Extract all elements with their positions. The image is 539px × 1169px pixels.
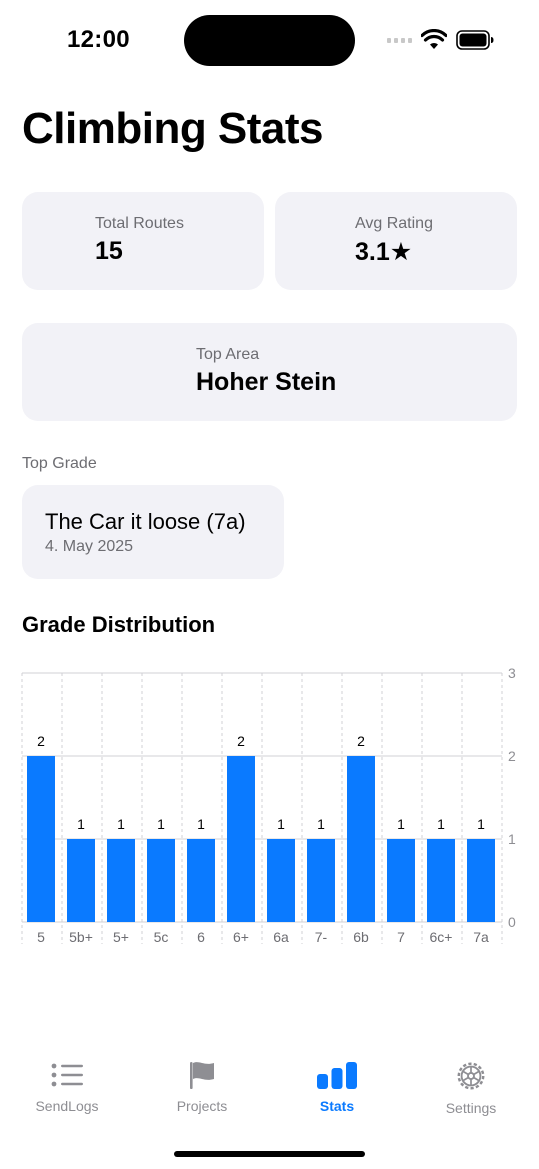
tab-projects-label: Projects [176, 1098, 228, 1114]
bar [307, 839, 335, 922]
bar [187, 839, 215, 922]
top-grade-card: The Car it loose (7a) 4. May 2025 [22, 485, 284, 579]
total-routes-value: 15 [95, 237, 123, 265]
data-label: 1 [397, 816, 405, 832]
y-tick-label: 1 [508, 831, 516, 847]
bar [107, 839, 135, 922]
tab-projects[interactable]: Projects [152, 1060, 252, 1114]
top-area-card: Top Area Hoher Stein [22, 323, 517, 421]
top-area-label: Top Area [196, 346, 260, 363]
x-tick-label: 7 [397, 929, 405, 945]
cellular-signal-icon [387, 38, 412, 43]
x-tick-label: 6a [273, 929, 289, 945]
x-tick-label: 6+ [233, 929, 249, 945]
avg-rating-card: Avg Rating 3.1★ [275, 192, 517, 290]
home-indicator [174, 1151, 365, 1157]
chart-title: Grade Distribution [22, 612, 216, 637]
bar-chart-icon [317, 1062, 357, 1089]
data-label: 1 [197, 816, 205, 832]
x-tick-label: 5b+ [69, 929, 93, 945]
top-grade-section-label: Top Grade [22, 455, 97, 472]
wifi-icon [421, 29, 447, 49]
x-tick-label: 7a [473, 929, 489, 945]
data-label: 1 [477, 816, 485, 832]
y-tick-label: 2 [508, 748, 516, 764]
tab-stats-label: Stats [319, 1098, 355, 1114]
avg-rating-label: Avg Rating [355, 215, 433, 232]
x-tick-label: 5+ [113, 929, 129, 945]
x-tick-label: 6c+ [430, 929, 453, 945]
data-label: 1 [317, 816, 325, 832]
avg-rating-value: 3.1★ [355, 238, 413, 266]
bar [387, 839, 415, 922]
data-label: 2 [37, 733, 45, 749]
data-label: 1 [117, 816, 125, 832]
total-routes-label: Total Routes [95, 215, 184, 232]
dynamic-island [184, 15, 355, 66]
data-label: 2 [237, 733, 245, 749]
tab-sendlogs[interactable]: SendLogs [17, 1060, 117, 1114]
tab-settings[interactable]: Settings [421, 1060, 521, 1116]
bar [467, 839, 495, 922]
bar [347, 756, 375, 922]
top-grade-date: 4. May 2025 [45, 538, 134, 555]
status-time: 12:00 [67, 26, 130, 53]
x-tick-label: 7- [315, 929, 328, 945]
x-tick-label: 5 [37, 929, 45, 945]
data-label: 1 [157, 816, 165, 832]
y-tick-label: 0 [508, 914, 516, 930]
bar [147, 839, 175, 922]
data-label: 1 [277, 816, 285, 832]
gear-icon [457, 1062, 485, 1090]
battery-icon [456, 30, 494, 50]
data-label: 1 [437, 816, 445, 832]
y-tick-label: 3 [508, 665, 516, 681]
bar [67, 839, 95, 922]
bar [427, 839, 455, 922]
tab-stats[interactable]: Stats [287, 1060, 387, 1114]
x-tick-label: 6 [197, 929, 205, 945]
total-routes-card: Total Routes 15 [22, 192, 264, 290]
bar [27, 756, 55, 922]
top-grade-route: The Car it loose (7a) [45, 509, 246, 534]
tab-sendlogs-label: SendLogs [35, 1098, 99, 1114]
data-label: 2 [357, 733, 365, 749]
top-area-value: Hoher Stein [196, 368, 337, 396]
list-icon [51, 1063, 83, 1087]
x-tick-label: 5c [154, 929, 169, 945]
grade-distribution-chart: 0 1 2 3 2 5 1 5b+ 1 5+ 1 5c 1 6 2 6+ 1 6a 1 7- 2 6b 1 7 1 6c+ 1 7a [21, 665, 516, 945]
flag-icon [190, 1062, 214, 1089]
bar [227, 756, 255, 922]
data-label: 1 [77, 816, 85, 832]
page-title: Climbing Stats [22, 104, 324, 153]
bar [267, 839, 295, 922]
tab-settings-label: Settings [445, 1100, 497, 1116]
x-tick-label: 6b [353, 929, 369, 945]
